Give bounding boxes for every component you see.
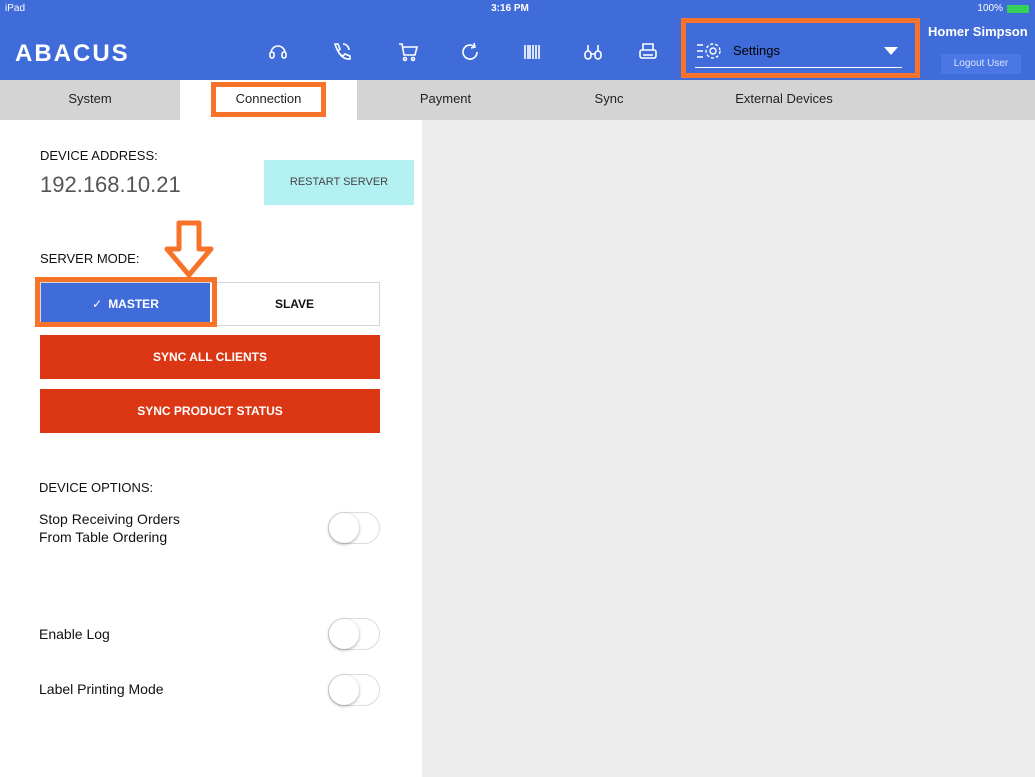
stop-orders-label: Stop Receiving Orders From Table Orderin… [39, 510, 180, 546]
status-bar: iPad 3:16 PM 100% [0, 0, 1035, 18]
connection-tab-highlight [211, 82, 326, 117]
enable-log-toggle[interactable] [328, 618, 380, 650]
enable-log-label: Enable Log [39, 626, 110, 642]
settings-label: Settings [733, 43, 780, 58]
barcode-icon[interactable] [517, 38, 547, 66]
toggle-knob [329, 675, 359, 705]
tab-sync[interactable]: Sync [534, 80, 684, 120]
sync-product-status-button[interactable]: SYNC PRODUCT STATUS [40, 389, 380, 433]
restart-server-button[interactable]: RESTART SERVER [264, 160, 414, 205]
stop-orders-line1: Stop Receiving Orders [39, 511, 180, 527]
headset-icon[interactable] [263, 38, 293, 66]
cart-icon[interactable] [393, 38, 423, 66]
slave-option[interactable]: SLAVE [210, 283, 379, 325]
battery-icon [1007, 4, 1029, 13]
device-address-value: 192.168.10.21 [40, 172, 181, 197]
arrow-down-icon [164, 220, 214, 278]
carrier-label: iPad [5, 3, 26, 14]
device-address-label: DEVICE ADDRESS: [40, 148, 158, 163]
settings-gear-icon [695, 39, 727, 63]
status-time: 3:16 PM [491, 3, 529, 14]
settings-dropdown[interactable]: Settings [695, 34, 902, 68]
battery-percent: 100% [977, 3, 1003, 14]
binoculars-icon[interactable] [578, 38, 608, 66]
refresh-icon[interactable] [455, 38, 485, 66]
server-mode-label: SERVER MODE: [40, 251, 140, 266]
tab-system[interactable]: System [0, 80, 180, 120]
label-printing-label: Label Printing Mode [39, 681, 164, 697]
phone-icon[interactable] [326, 38, 356, 66]
logout-button[interactable]: Logout User [941, 54, 1021, 74]
device-options-label: DEVICE OPTIONS: [39, 480, 154, 495]
tab-external-devices[interactable]: External Devices [684, 80, 884, 120]
chevron-down-icon [884, 46, 898, 55]
label-printing-toggle[interactable] [328, 674, 380, 706]
tab-payment[interactable]: Payment [357, 80, 534, 120]
printer-icon[interactable] [633, 38, 663, 66]
user-name: Homer Simpson [928, 24, 1028, 39]
toggle-knob [329, 513, 359, 543]
sync-all-clients-button[interactable]: SYNC ALL CLIENTS [40, 335, 380, 379]
stop-orders-toggle[interactable] [328, 512, 380, 544]
master-highlight [35, 277, 217, 327]
toggle-knob [329, 619, 359, 649]
battery-indicator: 100% [977, 3, 1029, 14]
stop-orders-line2: From Table Ordering [39, 529, 168, 545]
tab-bar: System Connection Payment Sync External … [0, 80, 1035, 120]
brand-logo: ABACUS [15, 40, 130, 67]
